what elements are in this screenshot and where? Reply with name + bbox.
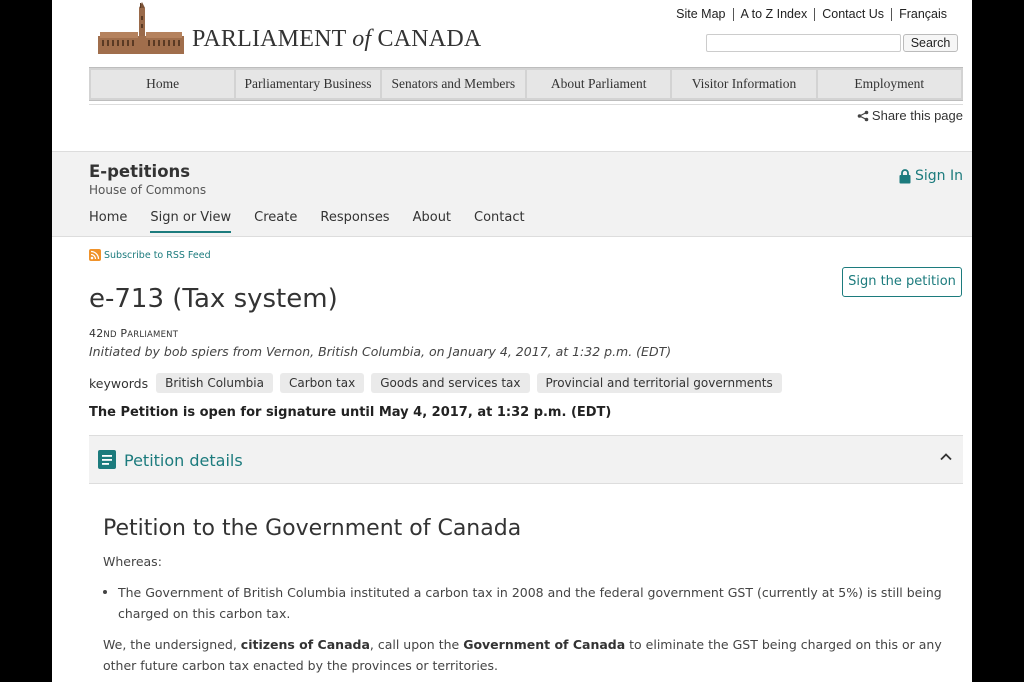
rss-icon <box>89 249 101 261</box>
logo-text: PARLIAMENT of CANADA <box>192 26 482 52</box>
keyword-tag[interactable]: Carbon tax <box>280 373 365 393</box>
page: PARLIAMENT of CANADA Site Map A to Z Ind… <box>52 0 972 682</box>
keyword-tag[interactable]: Provincial and territorial governments <box>536 373 782 393</box>
main-nav-parliamentary-business[interactable]: Parliamentary Business <box>236 70 380 98</box>
main-nav-employment[interactable]: Employment <box>817 70 961 98</box>
keywords-row: keywords British Columbia Carbon tax Goo… <box>89 373 789 393</box>
lock-icon <box>899 168 911 183</box>
share-icon <box>857 110 869 121</box>
main-nav-senators-and-members[interactable]: Senators and Members <box>381 70 525 98</box>
petition-heading: Petition to the Government of Canada <box>103 516 522 541</box>
rss-label: Subscribe to RSS Feed <box>104 249 211 261</box>
petition-request: We, the undersigned, citizens of Canada,… <box>103 637 942 673</box>
epetitions-title[interactable]: E-petitions <box>89 162 190 181</box>
contact-us-link[interactable]: Contact Us <box>814 8 891 21</box>
parliament-logo[interactable]: PARLIAMENT of CANADA <box>98 2 481 54</box>
a-to-z-index-link[interactable]: A to Z Index <box>732 8 815 21</box>
petition-details-toggle[interactable]: Petition details <box>89 435 963 484</box>
main-nav: Home Parliamentary Business Senators and… <box>89 67 963 101</box>
main-nav-home[interactable]: Home <box>91 70 235 98</box>
sign-the-petition-button[interactable]: Sign the petition <box>842 267 962 297</box>
sign-in-link[interactable]: Sign In <box>899 168 963 184</box>
epetitions-nav-create[interactable]: Create <box>254 210 297 233</box>
epetitions-nav-responses[interactable]: Responses <box>320 210 389 233</box>
chevron-up-icon <box>940 453 952 461</box>
epetitions-nav-home[interactable]: Home <box>89 210 127 233</box>
share-label: Share this page <box>871 108 963 123</box>
keywords-label: keywords <box>89 375 149 391</box>
whereas-label: Whereas: <box>103 554 162 569</box>
search-button[interactable]: Search <box>903 34 958 52</box>
initiated-by: Initiated by bob spiers from Vernon, Bri… <box>89 344 672 359</box>
divider <box>89 104 963 105</box>
open-for-signature: The Petition is open for signature until… <box>89 405 612 420</box>
parliament-building-logo-icon <box>98 2 184 54</box>
epetitions-nav-sign-or-view[interactable]: Sign or View <box>150 210 232 233</box>
sign-in-label: Sign In <box>915 168 963 184</box>
epetitions-nav-contact[interactable]: Contact <box>474 210 525 233</box>
epetitions-nav-about[interactable]: About <box>413 210 451 233</box>
keyword-tag[interactable]: British Columbia <box>156 373 273 393</box>
epetitions-header: E-petitions House of Commons Sign In Hom… <box>52 151 972 237</box>
petition-title: e-713 (Tax system) <box>89 284 338 314</box>
document-icon <box>98 450 116 469</box>
main-nav-about-parliament[interactable]: About Parliament <box>526 70 671 98</box>
search-input[interactable] <box>706 34 901 52</box>
main-nav-visitor-information[interactable]: Visitor Information <box>672 70 816 98</box>
share-this-page-link[interactable]: Share this page <box>857 108 963 123</box>
francais-link[interactable]: Français <box>891 8 954 21</box>
petition-details-label: Petition details <box>124 451 243 470</box>
rss-subscribe-link[interactable]: Subscribe to RSS Feed <box>89 249 211 261</box>
site-map-link[interactable]: Site Map <box>669 8 732 21</box>
whereas-item: The Government of British Columbia insti… <box>103 582 948 624</box>
epetitions-subtitle: House of Commons <box>89 183 207 197</box>
epetitions-nav: Home Sign or View Create Responses About… <box>89 210 548 233</box>
keyword-tag[interactable]: Goods and services tax <box>371 373 530 393</box>
parliament-label: 42ND PARLIAMENT <box>89 327 179 340</box>
utility-links: Site Map A to Z Index Contact Us Françai… <box>669 8 954 21</box>
